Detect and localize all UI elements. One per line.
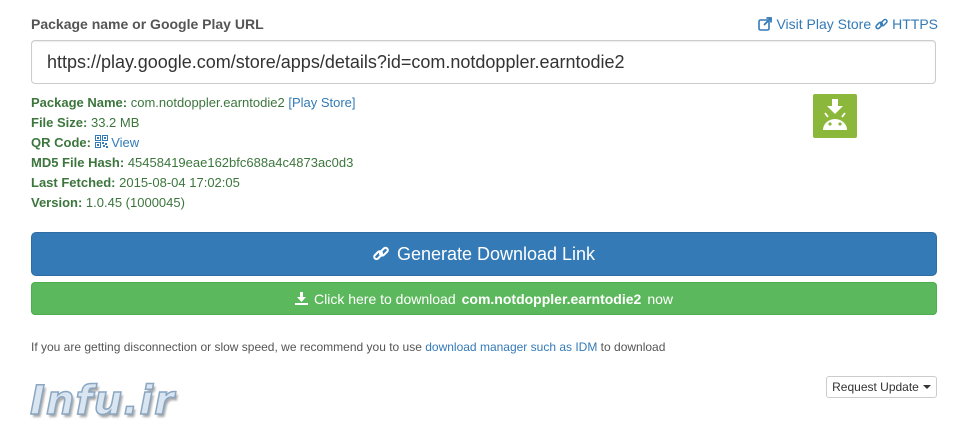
note-suffix: to download — [600, 340, 666, 354]
link-icon — [875, 18, 888, 29]
download-manager-link[interactable]: download manager such as IDM — [425, 340, 597, 354]
qr-code-label: QR Code: — [31, 135, 91, 150]
download-button[interactable]: Click here to download com.notdoppler.ea… — [31, 282, 937, 315]
https-link[interactable]: HTTPS — [875, 16, 938, 32]
download-package-name: com.notdoppler.earntodie2 — [461, 290, 642, 307]
visit-play-store-link[interactable]: Visit Play Store — [758, 16, 871, 32]
version-label: Version: — [31, 195, 83, 210]
package-name-value: com.notdoppler.earntodie2 — [130, 95, 285, 110]
download-icon — [294, 292, 308, 305]
note-prefix: If you are getting disconnection or slow… — [31, 340, 422, 354]
file-size-row: File Size: 33.2 MB — [31, 113, 356, 133]
version-value: 1.0.45 (1000045) — [85, 195, 185, 210]
android-download-icon — [813, 94, 857, 138]
input-label: Package name or Google Play URL — [31, 16, 264, 32]
package-info: Package Name: com.notdoppler.earntodie2 … — [31, 93, 356, 213]
generate-label: Generate Download Link — [396, 243, 596, 264]
qr-view-label: View — [111, 135, 140, 150]
play-store-link[interactable]: [Play Store] — [288, 95, 355, 110]
qr-code-row: QR Code: View — [31, 133, 356, 153]
last-fetched-row: Last Fetched: 2015-08-04 17:02:05 — [31, 173, 356, 193]
last-fetched-label: Last Fetched: — [31, 175, 116, 190]
caret-down-icon — [922, 385, 931, 389]
version-row: Version: 1.0.45 (1000045) — [31, 193, 356, 213]
file-size-value: 33.2 MB — [90, 115, 140, 130]
package-name-row: Package Name: com.notdoppler.earntodie2 … — [31, 93, 356, 113]
https-label: HTTPS — [892, 16, 938, 32]
download-suffix: now — [647, 290, 674, 307]
watermark-logo: Infu.ir — [29, 377, 175, 425]
qrcode-icon — [94, 135, 108, 148]
file-size-label: File Size: — [31, 115, 88, 130]
md5-label: MD5 File Hash: — [31, 155, 125, 170]
qr-view-link[interactable]: View — [94, 135, 140, 150]
package-url-input[interactable] — [31, 40, 936, 84]
top-links: Visit Play Store HTTPS — [758, 16, 938, 32]
download-prefix: Click here to download — [313, 290, 456, 307]
md5-row: MD5 File Hash: 45458419eae162bfc688a4c48… — [31, 153, 356, 173]
speed-note: If you are getting disconnection or slow… — [31, 340, 665, 354]
package-name-label: Package Name: — [31, 95, 128, 110]
external-link-icon — [758, 17, 773, 31]
request-update-label: Request Update — [832, 380, 919, 394]
request-update-button[interactable]: Request Update — [826, 376, 937, 398]
last-fetched-value: 2015-08-04 17:02:05 — [119, 175, 240, 190]
link-icon — [373, 246, 389, 261]
generate-download-link-button[interactable]: Generate Download Link — [31, 232, 937, 276]
md5-value: 45458419eae162bfc688a4c4873ac0d3 — [127, 155, 354, 170]
visit-play-store-label: Visit Play Store — [776, 16, 872, 32]
